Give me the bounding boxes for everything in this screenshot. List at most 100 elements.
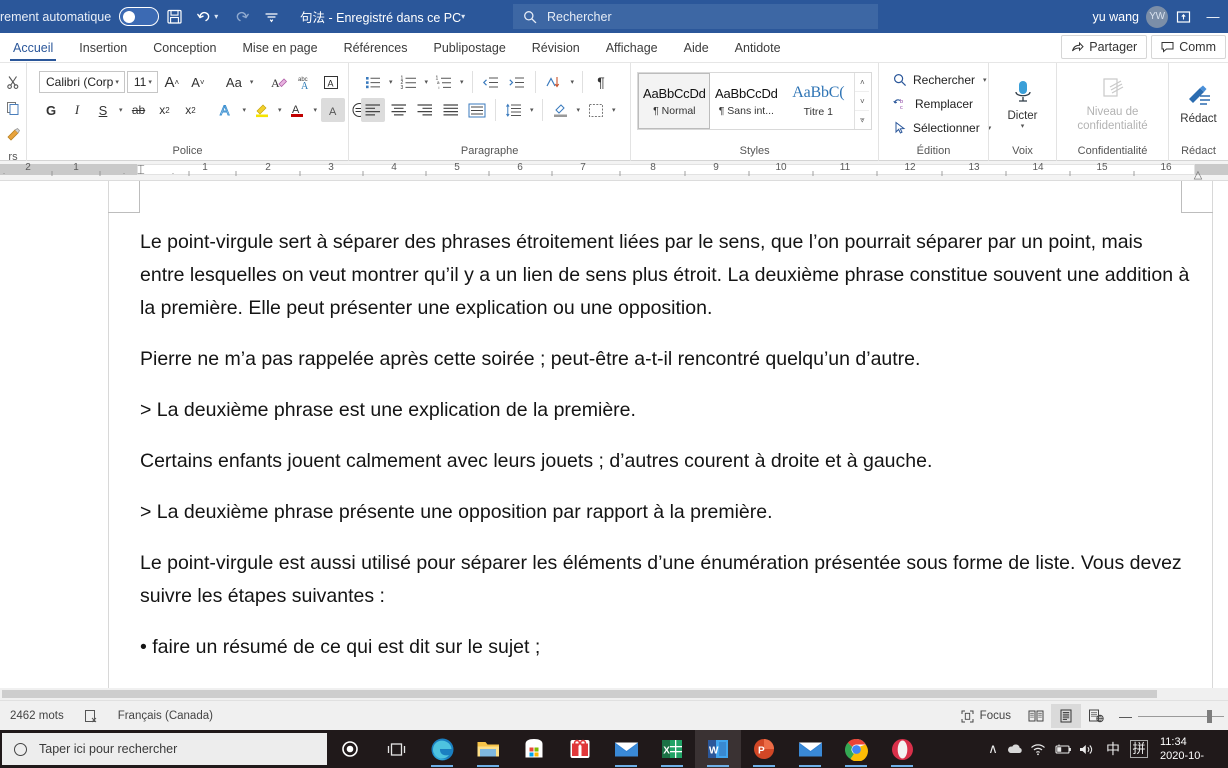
sort-icon[interactable] — [542, 70, 567, 94]
proofing-status[interactable] — [74, 701, 108, 731]
word-button[interactable]: W — [695, 730, 741, 768]
show-formatting-marks-button[interactable]: ¶ — [589, 70, 613, 94]
focus-mode-button[interactable]: Focus — [951, 701, 1021, 731]
dictate-button[interactable]: Dicter ▾ — [992, 69, 1054, 141]
zoom-out-button[interactable]: — — [1119, 709, 1132, 724]
autosave-toggle[interactable] — [119, 7, 160, 26]
avatar[interactable]: YW — [1146, 5, 1168, 28]
chrome-button[interactable] — [833, 730, 879, 768]
save-icon[interactable] — [159, 0, 189, 33]
task-view-button[interactable] — [373, 730, 419, 768]
underline-button[interactable]: S — [91, 98, 115, 122]
ime-pinyin-icon[interactable]: 拼 — [1130, 740, 1148, 758]
decrease-indent-icon[interactable] — [479, 70, 503, 94]
show-hidden-icons-icon[interactable]: ∧ — [982, 741, 1004, 757]
search-box[interactable]: Rechercher — [513, 4, 878, 29]
print-layout-button[interactable] — [1051, 704, 1081, 728]
styles-more-icon[interactable]: ⩔ — [855, 111, 869, 129]
chevron-down-icon[interactable]: ▾ — [575, 106, 583, 114]
text-effects-icon[interactable]: A — [215, 98, 239, 122]
chevron-down-icon[interactable]: ▾ — [610, 106, 618, 114]
bold-button[interactable]: G — [39, 98, 63, 122]
microsoft-edge-button[interactable] — [419, 730, 465, 768]
tab-publipostage[interactable]: Publipostage — [421, 33, 519, 63]
style-titre-1[interactable]: AaBbC( Titre 1 — [782, 73, 854, 129]
zoom-slider[interactable]: — — [1119, 709, 1224, 724]
gift-app-button[interactable] — [557, 730, 603, 768]
minimize-button[interactable]: — — [1198, 0, 1228, 33]
font-size-combo[interactable]: 11 ▾ — [126, 71, 158, 93]
horizontal-scrollbar[interactable] — [0, 688, 1228, 700]
editor-button[interactable]: Rédact — [1171, 69, 1227, 141]
replace-button[interactable]: bc Remplacer — [893, 93, 982, 115]
find-button[interactable]: Rechercher ▾ — [893, 69, 987, 91]
powerpoint-button[interactable]: P — [741, 730, 787, 768]
undo-dropdown-caret[interactable]: ▾ — [214, 0, 226, 33]
increase-indent-icon[interactable] — [505, 70, 529, 94]
customize-toolbar-icon[interactable] — [256, 0, 286, 33]
chevron-down-icon[interactable]: ▾ — [387, 78, 395, 86]
style-sans-interligne[interactable]: AaBbCcDd ¶ Sans int... — [710, 73, 782, 129]
battery-icon[interactable] — [1054, 743, 1076, 755]
onedrive-icon[interactable] — [1006, 743, 1028, 755]
tab-affichage[interactable]: Affichage — [593, 33, 671, 63]
microsoft-store-button[interactable] — [511, 730, 557, 768]
character-shading-button[interactable]: A — [321, 98, 346, 122]
language-status[interactable]: Français (Canada) — [108, 701, 223, 731]
ribbon-display-options-icon[interactable] — [1168, 0, 1198, 33]
tab-aide[interactable]: Aide — [671, 33, 722, 63]
shading-icon[interactable] — [549, 98, 573, 122]
character-border-icon[interactable]: A — [319, 70, 343, 94]
phonetic-guide-icon[interactable]: abc A — [293, 70, 317, 94]
cut-icon[interactable] — [1, 69, 25, 95]
cortana-button[interactable] — [327, 730, 373, 768]
justify-button[interactable] — [439, 98, 463, 122]
document-area[interactable]: Le point-virgule sert à séparer des phra… — [0, 181, 1228, 700]
styles-scroll-down-icon[interactable]: ˅ — [855, 92, 870, 111]
chevron-down-icon[interactable]: ▾ — [117, 106, 125, 114]
ime-language-icon[interactable]: 中 — [1102, 739, 1124, 759]
chevron-down-icon[interactable]: ▾ — [312, 106, 320, 114]
mail-2-button[interactable] — [787, 730, 833, 768]
volume-icon[interactable] — [1078, 743, 1100, 756]
tab-insertion[interactable]: Insertion — [66, 33, 140, 63]
chevron-down-icon[interactable]: ▾ — [528, 106, 536, 114]
read-mode-button[interactable] — [1021, 704, 1051, 728]
chevron-down-icon[interactable]: ▾ — [1019, 123, 1027, 131]
taskbar-search-box[interactable]: Taper ici pour rechercher — [2, 733, 327, 765]
borders-icon[interactable] — [584, 98, 608, 122]
superscript-button[interactable]: x2 — [179, 98, 203, 122]
copy-icon[interactable] — [1, 95, 25, 121]
document-body[interactable]: Le point-virgule sert à séparer des phra… — [140, 226, 1190, 682]
ruler[interactable]: 2 1 ·ı ı· 1 2 3 4 5 6 7 8 9 10 11 12 13 … — [0, 161, 1228, 181]
chevron-down-icon[interactable]: ▾ — [241, 106, 249, 114]
align-center-button[interactable] — [387, 98, 411, 122]
tab-antidote[interactable]: Antidote — [722, 33, 794, 63]
styles-scroll-up-icon[interactable]: ˄ — [855, 73, 870, 92]
distribute-button[interactable] — [465, 98, 489, 122]
indent-marker[interactable] — [137, 161, 147, 179]
align-left-button[interactable] — [361, 98, 385, 122]
style-normal[interactable]: AaBbCcDd ¶ Normal — [638, 73, 711, 129]
comments-button[interactable]: Comm — [1151, 35, 1226, 59]
format-painter-icon[interactable] — [1, 121, 25, 147]
font-name-combo[interactable]: Calibri (Corp ▾ — [39, 71, 125, 93]
font-color-icon[interactable]: A — [286, 98, 310, 122]
clear-formatting-icon[interactable]: A — [267, 70, 291, 94]
document-title-caret[interactable]: ▾ — [461, 0, 473, 33]
zoom-track[interactable] — [1138, 709, 1224, 723]
share-button[interactable]: Partager — [1061, 35, 1148, 59]
sensitivity-button[interactable]: Niveau de confidentialité — [1063, 69, 1163, 141]
web-layout-button[interactable] — [1081, 704, 1111, 728]
word-count[interactable]: 2462 mots — [0, 701, 74, 731]
excel-button[interactable]: X — [649, 730, 695, 768]
chevron-down-icon[interactable]: ▾ — [248, 78, 256, 86]
tab-revision[interactable]: Révision — [519, 33, 593, 63]
highlight-icon[interactable] — [250, 98, 274, 122]
change-case-button[interactable]: Aa — [222, 70, 246, 94]
file-explorer-button[interactable] — [465, 730, 511, 768]
line-spacing-icon[interactable] — [502, 98, 526, 122]
scrollbar-thumb[interactable] — [2, 690, 1157, 698]
tab-references[interactable]: Références — [331, 33, 421, 63]
italic-button[interactable]: I — [65, 98, 89, 122]
